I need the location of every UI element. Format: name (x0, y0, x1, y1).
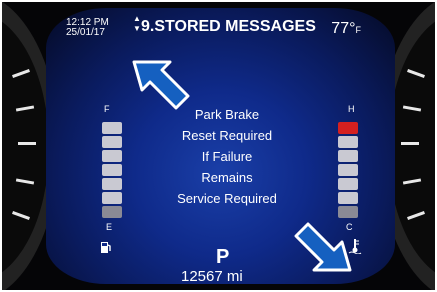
fuel-gauge-segment (102, 206, 122, 218)
menu-title[interactable]: ▲ ▼ 9.STORED MESSAGES (133, 14, 316, 36)
outside-temperature: 77°F (331, 20, 361, 38)
right-dial-tick (401, 142, 419, 145)
coolant-temp-gauge (338, 122, 358, 234)
menu-title-text: 9.STORED MESSAGES (141, 18, 316, 35)
gear-indicator: P (216, 246, 230, 268)
fuel-gauge-segment (102, 136, 122, 148)
temp-gauge-segment (338, 192, 358, 204)
message-line: Remains (201, 170, 253, 185)
fuel-gauge-segment (102, 178, 122, 190)
callout-arrow-icon (294, 222, 352, 272)
temperature-unit: F (355, 25, 362, 35)
temperature-value: 77° (331, 20, 356, 37)
instrument-cluster: 12:12 PM 25/01/17 ▲ ▼ 9.STORED MESSAGES 7… (2, 2, 435, 290)
temp-gauge-segment (338, 206, 358, 218)
fuel-gauge-segment (102, 192, 122, 204)
fuel-gauge-segment (102, 122, 122, 134)
fuel-empty-label: E (106, 222, 113, 232)
fuel-full-label: F (104, 104, 110, 114)
temp-gauge-segment (338, 150, 358, 162)
display-header: 12:12 PM 25/01/17 ▲ ▼ 9.STORED MESSAGES 7… (46, 8, 395, 46)
message-line: If Failure (201, 149, 253, 164)
odometer: 12567 mi (181, 268, 243, 284)
callout-arrow-icon (132, 60, 190, 110)
left-dial-tick (18, 142, 36, 145)
fuel-gauge (102, 122, 122, 234)
park-brake-warning-icon: (P)! (382, 266, 395, 283)
fuel-gauge-segment (102, 150, 122, 162)
temp-hot-label: H (348, 104, 355, 114)
up-down-selector-icon[interactable]: ▲ ▼ (133, 14, 141, 34)
message-line: Park Brake (194, 107, 260, 122)
clock: 12:12 PM 25/01/17 (66, 18, 109, 38)
message-line: Service Required (177, 191, 277, 206)
temp-gauge-segment (338, 136, 358, 148)
date-text: 25/01/17 (66, 27, 105, 38)
center-display: 12:12 PM 25/01/17 ▲ ▼ 9.STORED MESSAGES 7… (46, 8, 395, 284)
temp-gauge-segment (338, 164, 358, 176)
temp-gauge-segment (338, 122, 358, 134)
fuel-gauge-segment (102, 164, 122, 176)
message-line: Reset Required (181, 128, 273, 143)
fuel-pump-icon (101, 242, 111, 253)
temp-gauge-segment (338, 178, 358, 190)
stored-message-text: Park Brake Reset Required If Failure Rem… (162, 104, 292, 209)
